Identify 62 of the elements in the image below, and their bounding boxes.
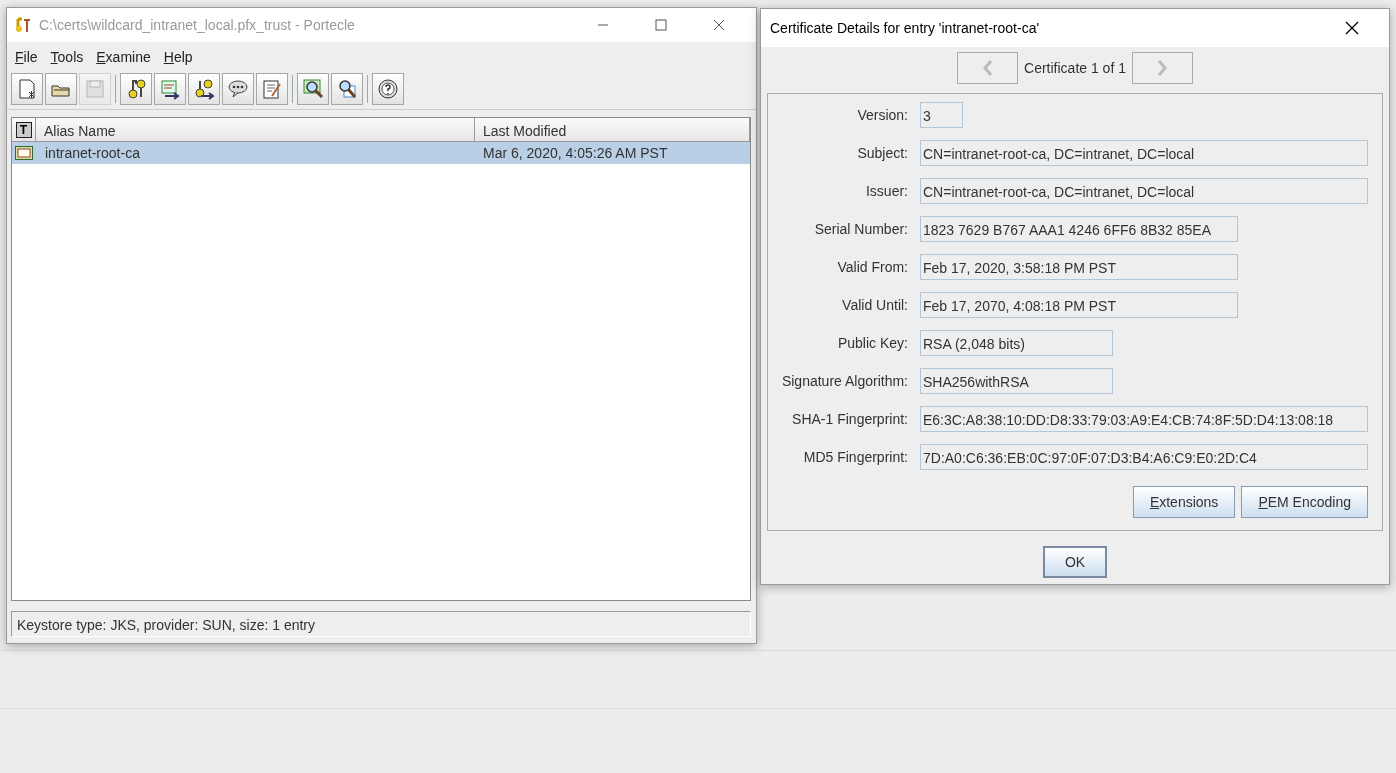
column-header[interactable]: Last Modified (475, 118, 750, 141)
field-value: SHA256withRSA (920, 368, 1113, 394)
field-value: E6:3C:A8:38:10:DD:D8:33:79:03:A9:E4:CB:74:8F:5D:D4:13:08:18 (920, 406, 1368, 432)
menu-item[interactable]: Help (159, 47, 202, 68)
field-label: Version: (856, 105, 908, 125)
field-label: MD5 Fingerprint: (802, 447, 908, 467)
left-chevron-icon (980, 59, 995, 77)
certificate-icon (15, 146, 33, 160)
status-bar: Keystore type: JKS, provider: SUN, size: 1 entry (11, 611, 751, 637)
column-header[interactable]: Alias Name (36, 118, 475, 141)
certificate-counter: Certificate 1 of 1 (1024, 58, 1126, 78)
menu-item[interactable]: Tools (46, 47, 93, 68)
speech-bubble-icon (227, 78, 249, 100)
toolbar-button[interactable] (188, 73, 220, 105)
card-arrow-icon (159, 78, 181, 100)
close-icon (713, 19, 725, 31)
field-label: Subject: (856, 143, 908, 163)
field-label: Serial Number: (813, 219, 908, 239)
table-cell-text: Mar 6, 2020, 4:05:26 AM PST (482, 143, 669, 163)
notepad-icon (261, 78, 283, 100)
menu-item[interactable]: Examine (92, 47, 160, 68)
toolbar-button[interactable] (120, 73, 152, 105)
help-icon (377, 78, 399, 100)
field-label: Signature Algorithm: (780, 371, 908, 391)
table-cell-text: intranet-root-ca (44, 143, 141, 163)
field-value: CN=intranet-root-ca, DC=intranet, DC=local (920, 140, 1368, 166)
magnifier-icon (302, 78, 324, 100)
field-value: 1823 7629 B767 AAA1 4246 6FF6 8B32 85EA (920, 216, 1238, 242)
save-icon (84, 78, 106, 100)
toolbar-button[interactable] (154, 73, 186, 105)
window-title: C:\certs\wildcard_intranet_local.pfx_trust - Portecle (39, 15, 355, 35)
toolbar-button[interactable] (222, 73, 254, 105)
toolbar-button[interactable] (297, 73, 329, 105)
key-arrow-icon (193, 78, 215, 100)
field-value: Feb 17, 2070, 4:08:18 PM PST (920, 292, 1238, 318)
dialog-title: Certificate Details for entry 'intranet-root-ca' (770, 18, 1040, 38)
field-label: Valid Until: (841, 295, 908, 315)
field-value: Feb 17, 2020, 3:58:18 PM PST (920, 254, 1238, 280)
field-label: Valid From: (836, 257, 908, 277)
toolbar-button[interactable] (372, 73, 404, 105)
maximize-icon (655, 19, 667, 31)
field-value: 7D:A0:C6:36:EB:0C:97:0F:07:D3:B4:A6:C9:E0:2D:C4 (920, 444, 1368, 470)
magnifier-icon (336, 78, 358, 100)
menu-item[interactable]: File (11, 47, 47, 68)
dialog-button[interactable]: Extensions (1132, 486, 1236, 518)
field-label: Public Key: (836, 333, 908, 353)
toolbar-button[interactable] (331, 73, 363, 105)
field-value: RSA (2,048 bits) (920, 330, 1113, 356)
table-row[interactable]: intranet-root-ca Mar 6, 2020, 4:05:26 AM PST (12, 142, 750, 164)
dialog-button[interactable]: PEM Encoding (1241, 486, 1368, 518)
app-icon (15, 17, 31, 33)
close-icon (1345, 21, 1359, 35)
key-icon (125, 78, 147, 100)
field-label: SHA-1 Fingerprint: (791, 409, 908, 429)
field-value: 3 (920, 102, 963, 128)
right-chevron-icon (1155, 59, 1170, 77)
toolbar-button[interactable] (11, 73, 43, 105)
field-value: CN=intranet-root-ca, DC=intranet, DC=local (920, 178, 1368, 204)
new-document-icon (16, 78, 38, 100)
field-label: Issuer: (865, 181, 908, 201)
ok-button[interactable]: OK (1043, 546, 1107, 578)
type-column-icon: T (15, 121, 32, 138)
